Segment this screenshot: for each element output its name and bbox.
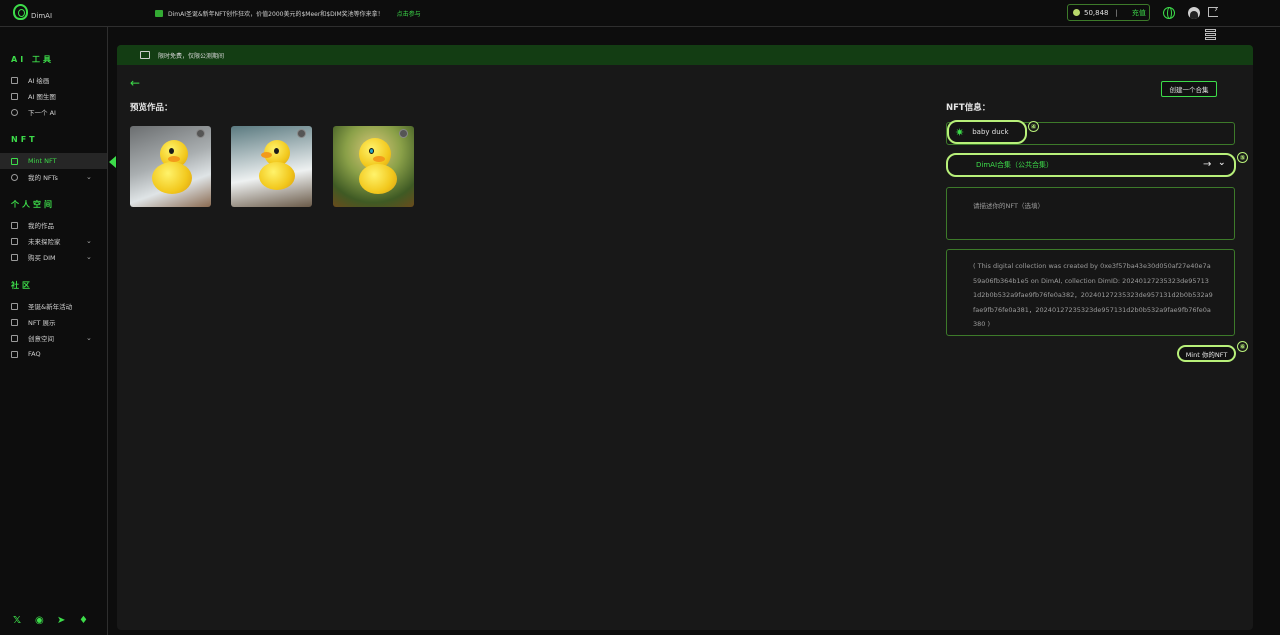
preview-image[interactable] [130,126,211,207]
create-collection-button[interactable]: 创建一个合集 [1161,81,1217,97]
chevron-down-icon: ⌄ [86,237,92,245]
nft-name-value: baby duck [972,128,1009,136]
layout-toggle-icon[interactable] [1205,29,1216,42]
chevron-down-icon: ⌄ [86,253,92,261]
sidebar-item-label: 未来探险家 [28,238,61,246]
nft-name-input[interactable]: ✷ baby duck [947,120,1027,144]
info-icon [11,108,18,116]
sidebar-item-mint-nft[interactable]: Mint NFT [0,153,107,169]
mint-icon [11,157,18,165]
sidebar: AI 工具 AI 绘画 AI 图生图 下一个 AI NFT Mint NFT 我… [0,27,108,635]
sidebar-item-label: NFT 展示 [28,319,56,327]
sidebar-item-label: Mint NFT [28,157,57,165]
section-title-ai-tools: AI 工具 [11,55,54,64]
announcement-link[interactable]: 点击参与 [397,9,421,18]
sidebar-item-creative-space[interactable]: 创意空间 ⌄ [0,330,107,346]
social-links: 𝕏 ◉ ➤ ♦ [13,616,89,626]
preview-image[interactable] [231,126,312,207]
collection-value: DimAI合集（公共合集） [976,161,1054,169]
mic-icon[interactable]: ♦ [79,616,89,626]
preview-title: 预览作品： [130,103,173,113]
sidebar-item-faq[interactable]: FAQ [0,346,107,362]
nft-info-title: NFT信息： [946,103,991,113]
back-arrow-icon[interactable]: ← [130,76,140,90]
brand-name: DimAI [31,12,53,20]
image-icon [11,76,18,84]
brand-logo[interactable]: DimAI [13,4,52,20]
recharge-button[interactable]: 充值 [1132,8,1146,18]
balance-value: 50,848 [1084,8,1109,17]
monitor-icon [140,51,150,59]
sidebar-item-label: 我的 NFTs [28,174,58,182]
announcement-bar: DimAI圣诞&新年NFT创作狂欢，价值2000美元的$Meer和$DIM奖池等… [155,9,421,18]
sidebar-item-label: 圣诞&新年活动 [28,303,73,311]
auto-description-text: ( This digital collection was created by… [973,262,1213,328]
step-marker-6: ⑥ [1237,341,1248,352]
balance-box: 50,848 | 充值 [1067,4,1150,21]
balance-separator: | [1115,8,1118,17]
arrow-right-icon: → [1203,159,1212,170]
x-icon[interactable]: 𝕏 [13,616,23,626]
section-title-personal: 个人空间 [11,200,55,209]
event-icon [11,302,18,310]
main-panel: 限时免费，仅限公测期间 ← 预览作品： 创建一个合集 NFT信息： ✷ baby… [117,45,1253,630]
nft-icon [11,173,18,181]
top-bar: DimAI DimAI圣诞&新年NFT创作狂欢，价值2000美元的$Meer和$… [0,0,1280,27]
auto-description-box: ( This digital collection was created by… [946,249,1235,336]
sidebar-item-ai-img2img[interactable]: AI 图生图 [0,88,107,104]
sidebar-item-label: 购买 DIM [28,254,56,262]
explorer-icon [11,237,18,245]
nft-description-textarea[interactable]: 请描述你的NFT（选填） [946,187,1235,240]
announcement-text: DimAI圣诞&新年NFT创作狂欢，价值2000美元的$Meer和$DIM奖池等… [168,11,384,18]
star-icon: ✷ [955,125,965,139]
creative-icon [11,334,18,342]
banner-text: 限时免费，仅限公测期间 [158,52,225,60]
section-title-community: 社区 [11,281,33,290]
sidebar-item-my-nfts[interactable]: 我的 NFTs ⌄ [0,169,107,185]
sidebar-item-buy-dim[interactable]: 购买 DIM ⌄ [0,249,107,265]
coin-icon [1073,9,1080,16]
sidebar-item-label: 我的作品 [28,222,54,230]
sidebar-item-explorer[interactable]: 未来探险家 ⌄ [0,233,107,249]
free-banner: 限时免费，仅限公测期间 [117,45,1253,65]
preview-image[interactable] [333,126,414,207]
box-icon [11,221,18,229]
discord-icon[interactable]: ◉ [35,616,45,626]
wallet-icon [11,253,18,261]
user-avatar[interactable] [1188,7,1200,19]
sidebar-item-ai-painting[interactable]: AI 绘画 [0,72,107,88]
collection-select[interactable]: DimAI合集（公共合集） → ⌄ [946,153,1236,177]
step-marker-4: ④ [1028,121,1039,132]
sidebar-item-label: 创意空间 [28,335,54,343]
description-placeholder: 请描述你的NFT（选填） [973,202,1044,210]
sidebar-item-label: AI 图生图 [28,93,56,101]
app-root: DimAI DimAI圣诞&新年NFT创作狂欢，价值2000美元的$Meer和$… [0,0,1280,635]
sidebar-item-label: FAQ [28,350,41,358]
telegram-icon[interactable]: ➤ [57,616,67,626]
step-marker-5: ⑤ [1237,152,1248,163]
showcase-icon [11,318,18,326]
sidebar-item-next-ai[interactable]: 下一个 AI [0,104,107,120]
sidebar-item-my-works[interactable]: 我的作品 [0,217,107,233]
active-indicator [109,156,116,168]
chevron-down-icon: ⌄ [86,334,92,342]
download-icon[interactable] [297,129,306,138]
chevron-down-icon: ⌄ [86,173,92,181]
globe-icon[interactable] [1163,7,1175,19]
download-icon[interactable] [399,129,408,138]
faq-icon [11,350,18,358]
chevron-down-icon: ⌄ [1218,158,1226,168]
logo-icon [13,4,28,20]
logout-icon[interactable] [1208,4,1218,17]
image-icon [11,92,18,100]
mint-nft-button[interactable]: Mint 你的NFT [1177,345,1236,362]
gift-icon [155,10,163,17]
download-icon[interactable] [196,129,205,138]
section-title-nft: NFT [11,135,38,144]
sidebar-item-label: AI 绘画 [28,77,50,85]
sidebar-item-xmas-event[interactable]: 圣诞&新年活动 [0,298,107,314]
sidebar-item-label: 下一个 AI [28,109,56,117]
sidebar-item-nft-showcase[interactable]: NFT 展示 [0,314,107,330]
